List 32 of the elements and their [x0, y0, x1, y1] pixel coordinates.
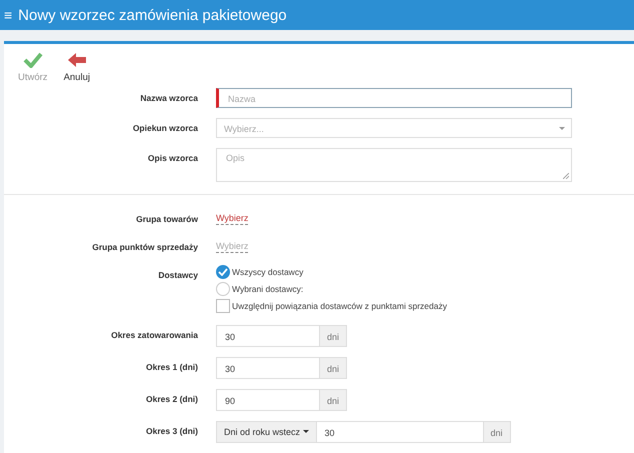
field-label: Dostawcy: [157, 269, 199, 280]
option-label: Uwzględnij powiązania dostawców z punktami sprzedaży: [232, 301, 447, 311]
unit-addon: dni: [320, 389, 347, 411]
number-field[interactable]: 30: [216, 357, 320, 379]
field-label: Opiekun wzorca: [132, 122, 199, 133]
unit-addon: dni: [320, 325, 347, 347]
dropdown-button[interactable]: Dni od roku wstecz: [216, 421, 316, 443]
unit-addon: dni: [320, 357, 347, 379]
choose-link[interactable]: Wybierz: [216, 213, 248, 225]
check-icon: [22, 52, 43, 68]
menu-icon[interactable]: ≡: [4, 7, 12, 23]
field-label: Nazwa wzorca: [139, 92, 199, 103]
number-field[interactable]: 90: [216, 389, 320, 411]
checkbox[interactable]: [216, 299, 230, 313]
option-label: Wybrani dostawcy:: [232, 284, 304, 294]
radio-button[interactable]: [216, 265, 230, 279]
field-label: Grupa towarów: [135, 213, 199, 224]
resize-grip-icon: [563, 173, 569, 179]
field-label: Okres zatowarowania: [110, 329, 199, 340]
field-label: Okres 1 (dni): [145, 361, 199, 372]
field-label: Okres 3 (dni): [145, 425, 199, 436]
field-label: Okres 2 (dni): [145, 393, 199, 404]
option-label: Wszyscy dostawcy: [232, 267, 304, 277]
number-field[interactable]: 30: [316, 421, 484, 443]
field-label: Opis wzorca: [146, 152, 199, 163]
window-title: Nowy wzorzec zamówienia pakietowego: [18, 6, 287, 24]
radio-button[interactable]: [216, 282, 230, 296]
toolbar-button[interactable]: Anuluj: [64, 52, 90, 88]
unit-addon: dni: [484, 421, 511, 443]
arrow-left-icon: [66, 52, 87, 68]
field-label: Grupa punktów sprzedaży: [91, 241, 199, 252]
number-field[interactable]: 30: [216, 325, 320, 347]
